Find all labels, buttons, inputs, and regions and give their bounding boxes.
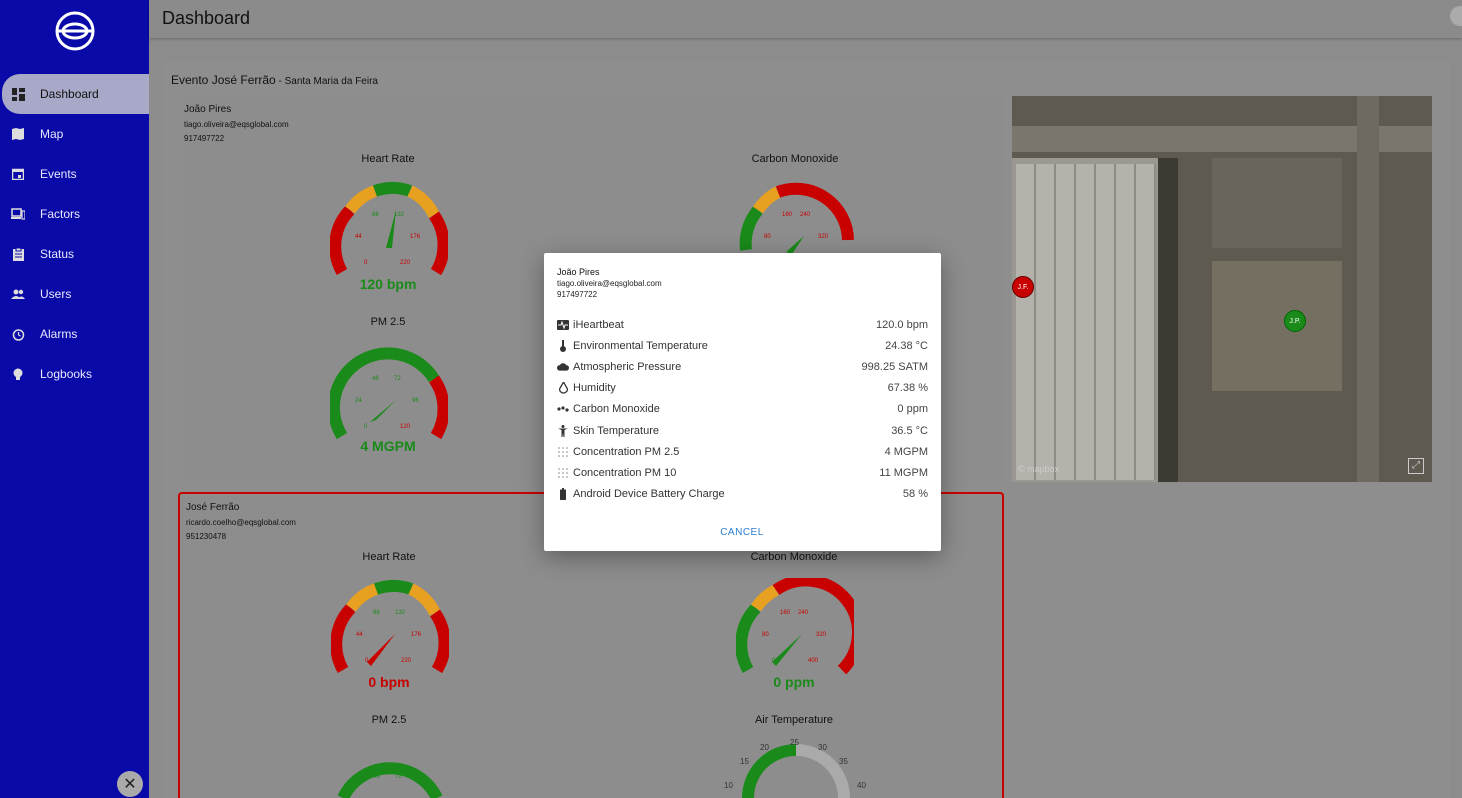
sensor-label: iHeartbeat <box>573 318 624 331</box>
sensor-row: Skin Temperature 36.5 °C <box>557 420 928 441</box>
sensor-label: Skin Temperature <box>573 424 660 437</box>
sensor-list: iHeartbeat 120.0 bpm Environmental Tempe… <box>557 314 928 505</box>
particles-icon <box>557 446 569 458</box>
sensor-row: Concentration PM 10 11 MGPM <box>557 462 928 483</box>
sensor-value: 0 ppm <box>897 403 928 416</box>
sensor-details-dialog: João Pires tiago.oliveira@eqsglobal.com … <box>544 253 941 551</box>
sensor-label: Concentration PM 2.5 <box>573 445 680 458</box>
drop-icon <box>557 382 569 394</box>
sensor-row: Humidity 67.38 % <box>557 378 928 399</box>
sensor-row: iHeartbeat 120.0 bpm <box>557 314 928 335</box>
particles-icon <box>557 467 569 479</box>
sensor-value: 4 MGPM <box>884 445 928 458</box>
sensor-value: 67.38 % <box>887 382 928 395</box>
sensor-value: 998.25 SATM <box>861 360 928 373</box>
sensor-value: 58 % <box>902 488 928 501</box>
dialog-person-phone: 917497722 <box>557 290 598 299</box>
thermometer-icon <box>557 339 569 352</box>
sensor-label: Android Device Battery Charge <box>573 488 725 501</box>
dialog-person-email: tiago.oliveira@eqsglobal.com <box>557 279 662 288</box>
molecule-icon <box>557 403 569 415</box>
dialog-person-name: João Pires <box>557 267 600 277</box>
sensor-value: 11 MGPM <box>879 466 928 479</box>
heartbeat-icon <box>557 319 569 331</box>
sensor-label: Carbon Monoxide <box>573 403 660 416</box>
sensor-label: Concentration PM 10 <box>573 466 677 479</box>
cancel-button[interactable]: CANCEL <box>712 527 772 541</box>
sensor-value: 36.5 °C <box>891 424 928 437</box>
sensor-label: Atmospheric Pressure <box>573 360 682 373</box>
sensor-row: Android Device Battery Charge 58 % <box>557 484 928 505</box>
sensor-value: 24.38 °C <box>885 339 928 352</box>
cloud-icon <box>557 361 569 373</box>
battery-icon <box>557 488 569 501</box>
sensor-label: Environmental Temperature <box>573 339 708 352</box>
person-icon <box>557 424 569 437</box>
sensor-row: Concentration PM 2.5 4 MGPM <box>557 441 928 462</box>
sensor-row: Atmospheric Pressure 998.25 SATM <box>557 356 928 377</box>
sensor-row: Carbon Monoxide 0 ppm <box>557 399 928 420</box>
sensor-label: Humidity <box>573 382 616 395</box>
sensor-value: 120.0 bpm <box>876 318 928 331</box>
sensor-row: Environmental Temperature 24.38 °C <box>557 335 928 356</box>
